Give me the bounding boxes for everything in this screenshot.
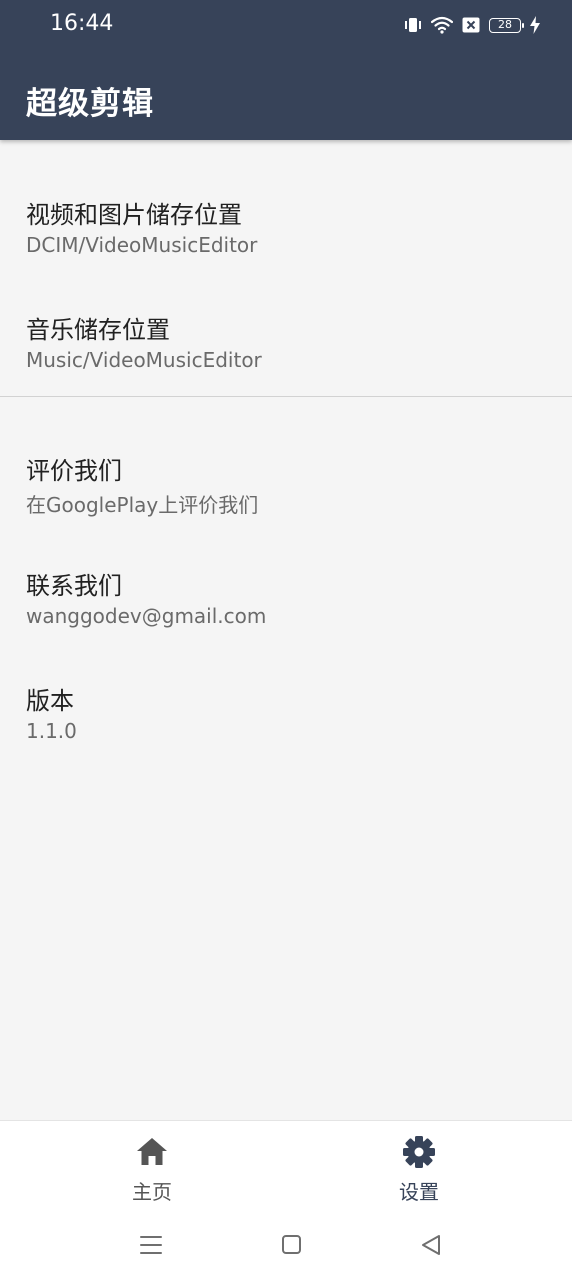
home-icon bbox=[135, 1135, 169, 1169]
app-title: 超级剪辑 bbox=[26, 86, 154, 122]
setting-summary: 1.1.0 bbox=[26, 719, 77, 743]
nav-settings-label: 设置 bbox=[399, 1180, 439, 1204]
nav-settings-tab[interactable]: 设置 bbox=[319, 1121, 519, 1211]
back-triangle-icon[interactable] bbox=[417, 1232, 447, 1258]
system-nav-bar bbox=[0, 1210, 572, 1280]
battery-icon: 28 bbox=[489, 17, 524, 33]
setting-summary: 在GooglePlay上评价我们 bbox=[26, 493, 259, 517]
status-bar: 16:44 28 bbox=[0, 0, 572, 50]
app-header: 16:44 28 超级剪辑 bbox=[0, 0, 572, 140]
status-time: 16:44 bbox=[50, 11, 114, 36]
setting-title: 联系我们 bbox=[26, 572, 122, 600]
menu-icon[interactable] bbox=[136, 1232, 166, 1258]
setting-summary: DCIM/VideoMusicEditor bbox=[26, 233, 258, 257]
charging-icon bbox=[530, 16, 540, 34]
setting-title: 视频和图片储存位置 bbox=[26, 201, 242, 229]
setting-version[interactable]: 版本 1.1.0 bbox=[0, 681, 572, 791]
battery-level: 28 bbox=[498, 17, 512, 31]
vibrate-icon bbox=[404, 16, 422, 34]
setting-title: 版本 bbox=[26, 687, 74, 715]
wifi-icon bbox=[431, 16, 453, 34]
setting-summary: Music/VideoMusicEditor bbox=[26, 348, 262, 372]
setting-title: 评价我们 bbox=[26, 457, 122, 485]
bottom-nav: 主页 设置 bbox=[0, 1120, 572, 1211]
setting-title: 音乐储存位置 bbox=[26, 316, 170, 344]
setting-contact-us[interactable]: 联系我们 wanggodev@gmail.com bbox=[0, 566, 572, 676]
setting-summary: wanggodev@gmail.com bbox=[26, 604, 267, 628]
nav-home-tab[interactable]: 主页 bbox=[52, 1121, 252, 1211]
nav-home-label: 主页 bbox=[132, 1180, 172, 1204]
home-square-icon[interactable] bbox=[276, 1232, 306, 1258]
setting-music-location[interactable]: 音乐储存位置 Music/VideoMusicEditor bbox=[0, 310, 572, 420]
gear-icon bbox=[402, 1135, 436, 1169]
section-divider bbox=[0, 396, 572, 397]
setting-video-image-location[interactable]: 视频和图片储存位置 DCIM/VideoMusicEditor bbox=[0, 195, 572, 305]
setting-rate-us[interactable]: 评价我们 在GooglePlay上评价我们 bbox=[0, 451, 572, 561]
status-icons: 28 bbox=[404, 14, 540, 36]
sim-blocked-icon bbox=[462, 17, 480, 33]
